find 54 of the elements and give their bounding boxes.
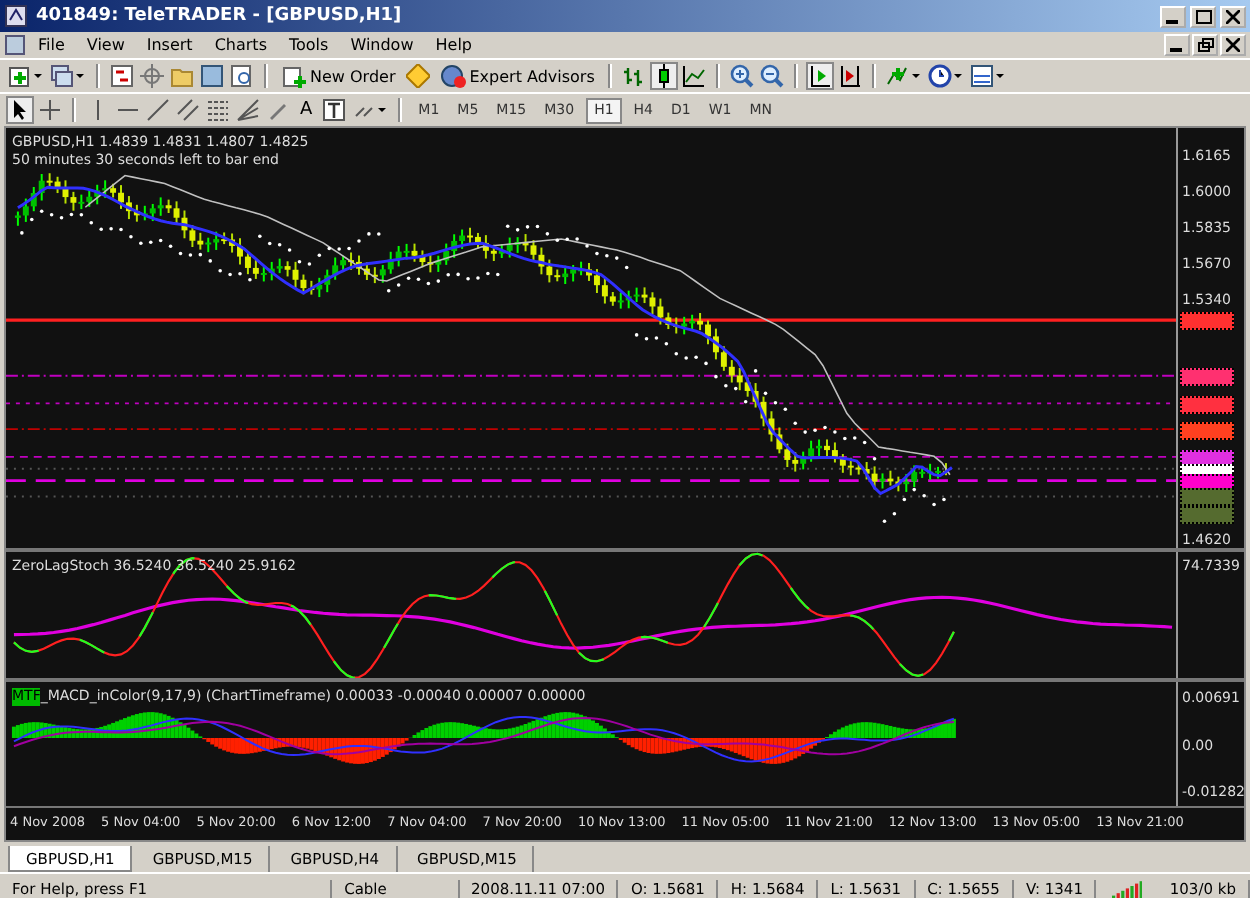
- trendline-icon[interactable]: [146, 98, 170, 122]
- price-marker: [1180, 396, 1234, 414]
- profiles-icon[interactable]: [50, 64, 86, 88]
- close-icon: [1226, 9, 1240, 23]
- menu-item[interactable]: Window: [340, 36, 424, 54]
- cursor-icon[interactable]: [8, 98, 32, 122]
- close-icon: [1226, 38, 1240, 52]
- minimize-button[interactable]: [1160, 5, 1186, 27]
- pencil-icon[interactable]: [266, 98, 290, 122]
- price-marker: [1180, 312, 1234, 330]
- fan-icon[interactable]: [236, 98, 260, 122]
- expert-advisors-button[interactable]: Expert Advisors: [435, 64, 599, 88]
- document-icon: [4, 34, 26, 56]
- price-marker: [1180, 488, 1234, 506]
- price-marker: [1180, 506, 1234, 524]
- price-marker: [1180, 368, 1234, 386]
- new-order-icon: [282, 64, 306, 88]
- app-icon: [4, 4, 28, 28]
- menu-item[interactable]: View: [76, 36, 135, 54]
- new-order-button[interactable]: New Order: [278, 64, 400, 88]
- auto-scroll-icon[interactable]: [808, 64, 833, 88]
- menu-item[interactable]: Tools: [278, 36, 339, 54]
- close-button[interactable]: [1220, 5, 1246, 27]
- connection-icon: [1112, 880, 1142, 898]
- close-button[interactable]: [1220, 34, 1246, 56]
- text-label-icon[interactable]: [322, 98, 347, 122]
- add-indicator-icon[interactable]: [886, 64, 923, 88]
- restore-button[interactable]: [1192, 34, 1218, 56]
- bar-chart-icon[interactable]: [622, 64, 647, 88]
- diamond-icon[interactable]: [405, 64, 430, 88]
- crosshair-icon[interactable]: [38, 98, 62, 122]
- maximize-icon: [1195, 9, 1211, 23]
- candlestick-icon[interactable]: [652, 64, 677, 88]
- window-title: 401849: TeleTRADER - [GBPUSD,H1]: [36, 6, 402, 26]
- text-tool[interactable]: A: [296, 100, 317, 120]
- expert-advisors-icon: [439, 64, 466, 88]
- chart-shift-icon[interactable]: [838, 64, 863, 88]
- restore-icon: [1197, 38, 1213, 52]
- menu-item[interactable]: Help: [425, 36, 482, 54]
- templates-icon[interactable]: [970, 64, 1007, 88]
- menu-item[interactable]: Insert: [136, 36, 203, 54]
- menu-item[interactable]: File: [28, 36, 75, 54]
- new-chart-icon[interactable]: [8, 64, 44, 88]
- price-marker: [1180, 422, 1234, 440]
- window-icon[interactable]: [200, 64, 224, 88]
- line-chart-icon[interactable]: [682, 64, 707, 88]
- menu-item[interactable]: Charts: [204, 36, 277, 54]
- zoom-in-icon[interactable]: [730, 64, 755, 88]
- clock-icon[interactable]: [928, 64, 965, 88]
- channel-icon[interactable]: [176, 98, 200, 122]
- crosshair-icon[interactable]: [140, 64, 164, 88]
- minimize-button[interactable]: [1164, 34, 1190, 56]
- zoom-out-icon[interactable]: [760, 64, 785, 88]
- maximize-button[interactable]: [1190, 5, 1216, 27]
